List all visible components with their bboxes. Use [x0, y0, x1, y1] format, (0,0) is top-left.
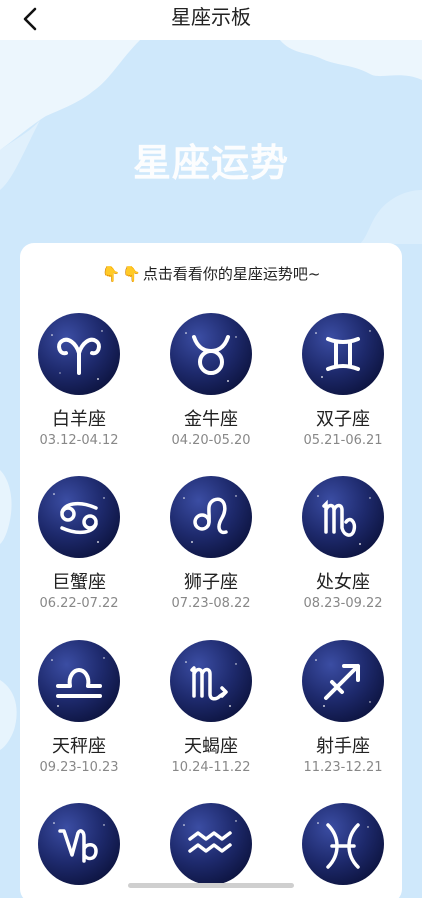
- aries-icon: [38, 313, 120, 395]
- card-hint: 👇 👇 点击看看你的星座运势吧~: [20, 263, 402, 284]
- sign-date: 08.23-09.22: [303, 596, 383, 611]
- hint-text: 点击看看你的星座运势吧~: [142, 265, 321, 283]
- pisces-icon: [302, 803, 384, 885]
- sign-date: 04.20-05.20: [171, 433, 251, 448]
- sign-pisces[interactable]: [288, 803, 398, 895]
- sign-aquarius[interactable]: [156, 803, 266, 895]
- pointing-down-icon: 👇: [122, 264, 141, 283]
- sign-date: 10.24-11.22: [171, 760, 251, 775]
- sign-cancer[interactable]: 巨蟹座 06.22-07.22: [24, 476, 134, 611]
- sign-name: 金牛座: [184, 409, 238, 430]
- sagittarius-icon: [302, 640, 384, 722]
- sign-aries[interactable]: 白羊座 03.12-04.12: [24, 313, 134, 448]
- sign-gemini[interactable]: 双子座 05.21-06.21: [288, 313, 398, 448]
- virgo-icon: [302, 476, 384, 558]
- nav-bar: 星座示板: [0, 0, 422, 40]
- hero-title: 星座运势: [132, 141, 289, 185]
- aquarius-icon: [170, 803, 252, 885]
- sign-name: 双子座: [316, 409, 370, 430]
- sign-date: 05.21-06.21: [303, 433, 383, 448]
- sign-sagittarius[interactable]: 射手座 11.23-12.21: [288, 640, 398, 775]
- libra-icon: [38, 640, 120, 722]
- page-title: 星座示板: [171, 5, 251, 29]
- sign-name: 天秤座: [52, 736, 106, 757]
- pointing-down-icon: 👇: [101, 264, 121, 283]
- sign-name: 处女座: [316, 572, 370, 593]
- sign-taurus[interactable]: 金牛座 04.20-05.20: [156, 313, 266, 448]
- zodiac-card: 👇 👇 点击看看你的星座运势吧~ 白羊座 03.12-04.12 金牛座 04.…: [20, 243, 402, 898]
- sign-date: 06.22-07.22: [39, 596, 119, 611]
- cancer-icon: [38, 476, 120, 558]
- sign-name: 天蝎座: [184, 736, 238, 757]
- sign-leo[interactable]: 狮子座 07.23-08.22: [156, 476, 266, 611]
- taurus-icon: [170, 313, 252, 395]
- home-indicator: [128, 883, 294, 888]
- sign-name: 白羊座: [52, 409, 106, 430]
- sign-capricorn[interactable]: [24, 803, 134, 895]
- sign-libra[interactable]: 天秤座 09.23-10.23: [24, 640, 134, 775]
- sign-name: 巨蟹座: [52, 572, 106, 593]
- sign-date: 11.23-12.21: [303, 760, 383, 775]
- gemini-icon: [302, 313, 384, 395]
- sign-name: 狮子座: [184, 572, 238, 593]
- scorpio-icon: [170, 640, 252, 722]
- sign-date: 09.23-10.23: [39, 760, 119, 775]
- capricorn-icon: [38, 803, 120, 885]
- sign-virgo[interactable]: 处女座 08.23-09.22: [288, 476, 398, 611]
- leo-icon: [170, 476, 252, 558]
- sign-name: 射手座: [316, 736, 370, 757]
- sign-date: 07.23-08.22: [171, 596, 251, 611]
- sign-date: 03.12-04.12: [39, 433, 119, 448]
- sign-scorpio[interactable]: 天蝎座 10.24-11.22: [156, 640, 266, 775]
